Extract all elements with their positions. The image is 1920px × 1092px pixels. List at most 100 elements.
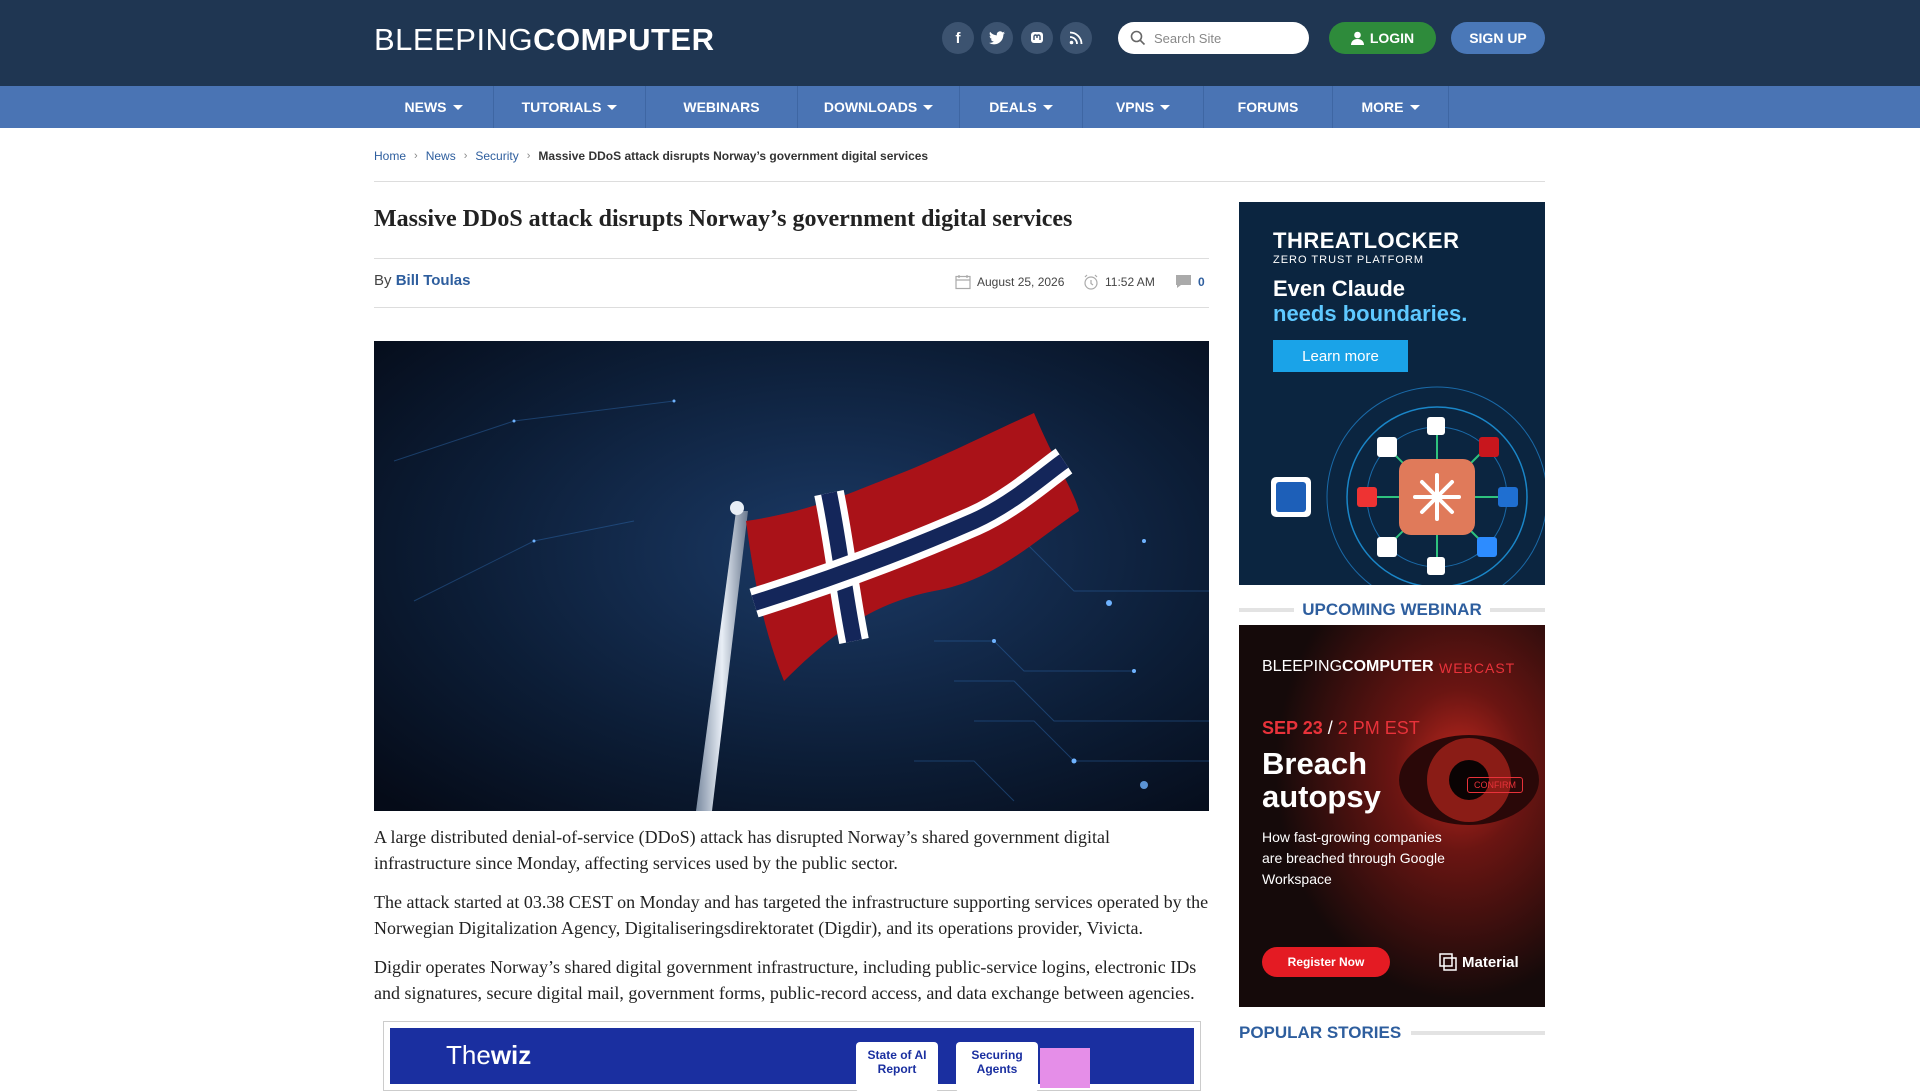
material-logo-text: Material (1462, 953, 1519, 971)
chevron-right-icon: › (463, 150, 468, 162)
rss-icon[interactable] (1060, 22, 1092, 54)
caret-down-icon (1160, 104, 1171, 110)
article-byline: By Bill Toulas (374, 272, 470, 289)
nav-news[interactable]: NEWS (374, 86, 494, 128)
mastodon-icon[interactable] (1021, 22, 1053, 54)
webcast-subtitle: How fast-growing companies are breached … (1262, 829, 1445, 887)
article-paragraph: Digdir operates Norway’s shared digital … (374, 957, 1197, 1003)
material-logo-icon (1439, 953, 1457, 971)
webcast-headline: Breach autopsy (1262, 747, 1381, 813)
divider (374, 181, 1545, 182)
nav-downloads-label: DOWNLOADS (823, 99, 918, 115)
article-paragraph: The attack started at 03.38 CEST on Mond… (374, 892, 1209, 938)
chevron-right-icon: › (526, 150, 531, 162)
webcast-date: SEP 23 (1262, 718, 1323, 738)
threatlocker-brand: THREATLOCKER (1273, 228, 1460, 253)
heading-rule (1489, 608, 1546, 612)
top-header: BLEEPINGCOMPUTER f LOGIN SIGN UP (0, 0, 1920, 86)
facebook-icon[interactable]: f (942, 22, 974, 54)
heading-rule (1411, 1031, 1545, 1035)
nav-tutorials-label: TUTORIALS (521, 99, 602, 115)
user-icon (1350, 31, 1364, 45)
popular-stories-heading: POPULAR STORIES (1239, 1020, 1545, 1046)
signup-label: SIGN UP (1469, 30, 1527, 46)
report-card: State of AI Report (856, 1042, 938, 1092)
author-link[interactable]: Bill Toulas (396, 272, 471, 289)
search-box[interactable] (1118, 22, 1309, 54)
main-nav: NEWS TUTORIALS WEBINARS DOWNLOADS DEALS … (0, 86, 1920, 128)
breadcrumb-security[interactable]: Security (475, 149, 518, 163)
search-icon (1130, 30, 1146, 46)
webcast-ad[interactable]: BLEEPINGCOMPUTER WEBCAST SEP 23 / 2 PM E… (1239, 625, 1545, 1007)
date-text: August 25, 2026 (977, 275, 1065, 289)
register-now-button[interactable]: Register Now (1262, 947, 1390, 977)
site-logo[interactable]: BLEEPINGCOMPUTER (374, 22, 714, 58)
popular-stories-title: POPULAR STORIES (1239, 1023, 1402, 1042)
learn-more-button[interactable]: Learn more (1273, 340, 1408, 372)
webcast-brand-light: BLEEPING (1262, 658, 1343, 675)
byline-prefix: By (374, 272, 392, 289)
caret-down-icon (452, 104, 463, 110)
nav-deals[interactable]: DEALS (960, 86, 1083, 128)
webcast-datetime: SEP 23 / 2 PM EST (1262, 718, 1420, 739)
caret-down-icon (1042, 104, 1053, 110)
login-label: LOGIN (1369, 30, 1415, 46)
material-logo: Material (1439, 953, 1519, 971)
article-title: Massive DDoS attack disrupts Norway’s go… (374, 206, 1073, 232)
article-time: 11:52 AM (1083, 274, 1155, 290)
decorative-shape (1040, 1048, 1090, 1088)
breadcrumb-current: Massive DDoS attack disrupts Norway’s go… (538, 149, 929, 163)
heading-rule (1239, 608, 1295, 612)
threatlocker-tagline: ZERO TRUST PLATFORM (1273, 254, 1425, 266)
twitter-icon[interactable] (981, 22, 1013, 54)
article-date: August 25, 2026 (955, 274, 1064, 290)
breadcrumb-news[interactable]: News (426, 149, 456, 163)
upcoming-webinar-heading: UPCOMING WEBINAR (1239, 597, 1546, 623)
datetime-separator: / (1327, 718, 1333, 738)
ad-illustration (1271, 386, 1545, 585)
nav-forums-label: FORUMS (1237, 99, 1299, 115)
clock-icon (1084, 274, 1098, 290)
threatlocker-ad[interactable]: THREATLOCKER ZERO TRUST PLATFORM Even Cl… (1239, 202, 1545, 585)
breadcrumb-home[interactable]: Home (374, 149, 406, 163)
inline-ad-banner: Thewiz State of AI Report Securing Agent… (390, 1028, 1194, 1092)
wiz-logo: Thewiz (446, 1040, 531, 1071)
ad-headline: Even Claude (1273, 276, 1406, 301)
headline-line-2: autopsy (1262, 779, 1381, 814)
comments-link[interactable]: 0 (1175, 274, 1205, 289)
nav-downloads[interactable]: DOWNLOADS (798, 86, 960, 128)
nav-forums[interactable]: FORUMS (1204, 86, 1333, 128)
signup-button[interactable]: SIGN UP (1451, 22, 1545, 54)
chevron-right-icon: › (414, 150, 418, 162)
webcast-tag: WEBCAST (1439, 660, 1516, 676)
wiz-logo-prefix: The (446, 1040, 491, 1070)
webcast-time: 2 PM EST (1337, 718, 1420, 738)
nav-more-label: MORE (1361, 99, 1404, 115)
calendar-icon (955, 275, 971, 290)
logo-text-light: BLEEPING (374, 22, 534, 57)
nav-webinars[interactable]: WEBINARS (646, 86, 798, 128)
agents-card: Securing Agents (956, 1042, 1038, 1092)
confirm-badge: CONFIRM (1467, 777, 1523, 793)
nav-tutorials[interactable]: TUTORIALS (494, 86, 646, 128)
search-input[interactable] (1154, 30, 1294, 46)
article-hero-image (374, 341, 1209, 811)
nav-webinars-label: WEBINARS (683, 99, 760, 115)
logo-text-bold: COMPUTER (533, 22, 715, 57)
inline-ad[interactable]: Thewiz State of AI Report Securing Agent… (383, 1021, 1201, 1092)
nav-vpns-label: VPNS (1115, 99, 1155, 115)
headline-line-1: Breach (1262, 746, 1368, 781)
comment-count: 0 (1198, 274, 1205, 289)
wiz-logo-bold: wiz (490, 1040, 532, 1070)
article-paragraph: A large distributed denial-of-service (D… (374, 827, 1110, 873)
nav-vpns[interactable]: VPNS (1083, 86, 1204, 128)
comment-icon (1176, 275, 1191, 288)
caret-down-icon (607, 104, 618, 110)
nav-more[interactable]: MORE (1333, 86, 1449, 128)
divider (374, 307, 1209, 308)
nav-news-label: NEWS (404, 99, 447, 115)
upcoming-webinar-title: UPCOMING WEBINAR (1302, 600, 1482, 619)
breadcrumb: Home › News › Security › Massive DDoS at… (374, 149, 928, 163)
webcast-brand-bold: COMPUTER (1342, 658, 1434, 675)
login-button[interactable]: LOGIN (1329, 22, 1436, 54)
